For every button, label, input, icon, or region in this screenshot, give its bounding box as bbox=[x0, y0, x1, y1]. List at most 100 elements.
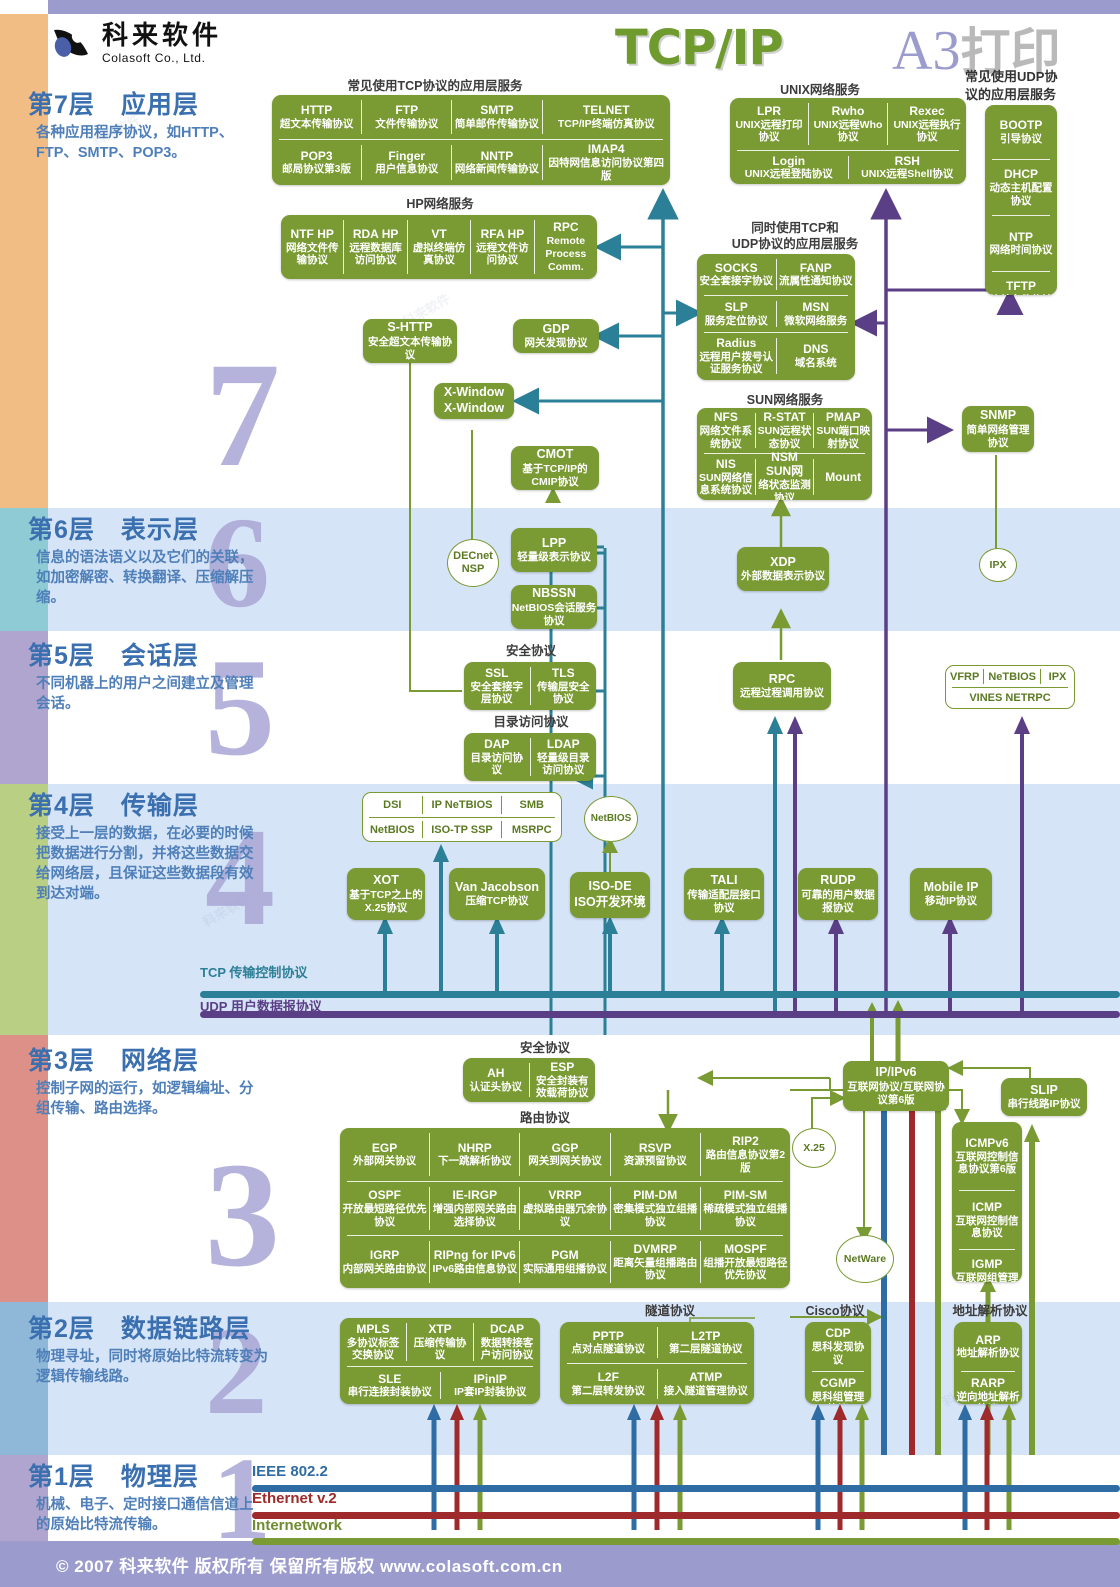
protocol-cell[interactable]: PIM-DM 密集模式独立组播协议 bbox=[611, 1182, 700, 1235]
protocol-cell[interactable]: MSN 微软网络服务 bbox=[777, 296, 856, 332]
protocol-cell[interactable]: NeTBIOS bbox=[984, 666, 1040, 687]
protocol-cell[interactable]: DNS 域名系统 bbox=[777, 333, 856, 379]
protocol-cell[interactable]: ISO-TP SSP bbox=[423, 818, 502, 841]
protocol-cell[interactable]: IPX bbox=[1041, 666, 1074, 687]
protocol-cell[interactable]: L2TP 第二层隧道协议 bbox=[658, 1322, 755, 1363]
protocol-cell[interactable]: IMAP4 因特网信息访问协议第四版 bbox=[543, 140, 670, 185]
protocol-cell[interactable]: GGP 网关到网关协议 bbox=[520, 1128, 609, 1181]
isode-box[interactable]: ISO-DE ISO开发环境 bbox=[570, 872, 650, 918]
protocol-cell[interactable]: ICMP 互联网控制信息协议 bbox=[952, 1191, 1022, 1249]
protocol-cell[interactable]: VINES NETRPC bbox=[946, 688, 1074, 708]
protocol-cell[interactable]: EGP 外部网关协议 bbox=[340, 1128, 429, 1181]
protocol-cell[interactable]: IGMP互联网组管理协议 bbox=[952, 1250, 1022, 1282]
protocol-cell[interactable]: Login UNIX远程登陆协议 bbox=[730, 151, 848, 184]
protocol-cell[interactable]: MSRPC bbox=[502, 818, 561, 841]
protocol-cell[interactable]: PPTP 点对点隧道协议 bbox=[560, 1322, 657, 1363]
protocol-cell[interactable]: IPinIP IP套IP封装协议 bbox=[441, 1367, 541, 1404]
protocol-cell[interactable]: Radius 远程用户拨号认证服务协议 bbox=[697, 333, 776, 379]
ip-ipv6-box[interactable]: IP/IPv6 互联网协议/互联网协议第6版 bbox=[843, 1061, 949, 1111]
xwindow-box[interactable]: X-Window X-Window bbox=[434, 383, 514, 419]
protocol-cell[interactable]: L2F 第二层转发协议 bbox=[560, 1364, 657, 1404]
protocol-cell[interactable]: RARP逆向地址解析协议 bbox=[954, 1372, 1022, 1404]
gdp-box[interactable]: GDP 网关发现协议 bbox=[513, 319, 599, 353]
protocol-cell[interactable]: BOOTP 引导协议 bbox=[985, 105, 1057, 159]
protocol-cell[interactable]: ARP 地址解析协议 bbox=[954, 1322, 1022, 1371]
van-jacobson-box[interactable]: Van Jacobson 压缩TCP协议 bbox=[449, 868, 545, 920]
protocol-cell[interactable]: IGRP 内部网关路由协议 bbox=[340, 1236, 429, 1288]
tali-box[interactable]: TALI 传输适配层接口协议 bbox=[684, 868, 764, 920]
protocol-cell[interactable]: R-STAT SUN远程状态协议 bbox=[756, 408, 814, 453]
cmot-box[interactable]: CMOT 基于TCP/IP的CMIP协议 bbox=[511, 446, 599, 490]
protocol-cell[interactable]: SMB bbox=[502, 793, 561, 817]
protocol-cell[interactable]: MOSPF 组播开放最短路径优先协议 bbox=[701, 1236, 790, 1288]
protocol-cell[interactable]: Mount bbox=[814, 454, 872, 500]
protocol-cell[interactable]: RIPng for IPv6 IPv6路由信息协议 bbox=[430, 1236, 519, 1288]
netware-node[interactable]: NetWare bbox=[836, 1235, 894, 1283]
protocol-cell[interactable]: SLE 串行连接封装协议 bbox=[340, 1367, 440, 1404]
protocol-cell[interactable]: Rexec UNIX远程执行协议 bbox=[888, 98, 966, 150]
netbios-node-l4[interactable]: NetBIOS bbox=[584, 796, 638, 842]
rpc-box-l5[interactable]: RPC 远程过程调用协议 bbox=[733, 662, 831, 710]
protocol-cell[interactable]: DSI bbox=[363, 793, 422, 817]
protocol-cell[interactable]: MPLS 多协议标签交换协议 bbox=[340, 1318, 406, 1366]
protocol-cell[interactable]: TFTP简单文件传输协议 bbox=[985, 272, 1057, 295]
protocol-cell[interactable]: VRRP 虚拟路由器冗余协议 bbox=[520, 1182, 609, 1235]
protocol-cell[interactable]: Rwho UNIX远程Who协议 bbox=[809, 98, 887, 150]
protocol-cell[interactable]: FANP 流属性通知协议 bbox=[777, 254, 856, 295]
protocol-cell[interactable]: ICMPv6 互联网控制信息协议第6版 bbox=[952, 1122, 1022, 1190]
protocol-cell[interactable]: NTP 网络时间协议 bbox=[985, 216, 1057, 271]
protocol-cell[interactable]: SMTP 简单邮件传输协议 bbox=[452, 95, 541, 139]
protocol-cell[interactable]: RIP2 路由信息协议第2版 bbox=[701, 1128, 790, 1181]
protocol-cell[interactable]: AH 认证头协议 bbox=[463, 1058, 529, 1102]
xot-box[interactable]: XOT 基于TCP之上的X.25协议 bbox=[347, 868, 425, 920]
protocol-cell[interactable]: HTTP 超文本传输协议 bbox=[272, 95, 361, 139]
protocol-cell[interactable]: POP3 邮局协议第3版 bbox=[272, 140, 361, 185]
protocol-cell[interactable]: CDP 思科发现协议 bbox=[805, 1322, 871, 1371]
lpp-box[interactable]: LPP 轻量级表示协议 bbox=[511, 528, 597, 572]
protocol-cell[interactable]: SLP 服务定位协议 bbox=[697, 296, 776, 332]
protocol-cell[interactable]: ESP 安全封装有效载荷协议 bbox=[530, 1058, 596, 1102]
protocol-cell[interactable]: NFS 网络文件系统协议 bbox=[697, 408, 755, 453]
shttp-box[interactable]: S-HTTP 安全超文本传输协议 bbox=[363, 319, 457, 363]
protocol-cell[interactable]: XTP 压缩传输协议 bbox=[407, 1318, 473, 1366]
protocol-cell[interactable]: RPC Remote Process Comm. bbox=[535, 215, 597, 279]
protocol-cell[interactable]: IE-IRGP 增强内部网关路由选择协议 bbox=[430, 1182, 519, 1235]
protocol-cell[interactable]: NetBIOS bbox=[363, 818, 422, 841]
snmp-box[interactable]: SNMP 简单网络管理协议 bbox=[962, 406, 1034, 452]
protocol-cell[interactable]: NIS SUN网络信息系统协议 bbox=[697, 454, 755, 500]
protocol-cell[interactable]: SOCKS 安全套接字协议 bbox=[697, 254, 776, 295]
protocol-cell[interactable]: LDAP 轻量级目录访问协议 bbox=[531, 733, 597, 781]
protocol-cell[interactable]: CGMP思科组管理协议 bbox=[805, 1372, 871, 1404]
protocol-cell[interactable]: DHCP 动态主机配置协议 bbox=[985, 160, 1057, 215]
protocol-cell[interactable]: NHRP 下一跳解析协议 bbox=[430, 1128, 519, 1181]
protocol-cell[interactable]: OSPF 开放最短路径优先协议 bbox=[340, 1182, 429, 1235]
protocol-cell[interactable]: NTF HP 网络文件传输协议 bbox=[281, 215, 343, 279]
protocol-cell[interactable]: FTP 文件传输协议 bbox=[362, 95, 451, 139]
protocol-cell[interactable]: RSVP 资源预留协议 bbox=[611, 1128, 700, 1181]
protocol-cell[interactable]: PIM-SM 稀疏模式独立组播协议 bbox=[701, 1182, 790, 1235]
protocol-cell[interactable]: NSM SUN网 络状态监测协议 bbox=[756, 450, 814, 500]
protocol-cell[interactable]: LPR UNIX远程打印协议 bbox=[730, 98, 808, 150]
protocol-cell[interactable]: ATMP 接入隧道管理协议 bbox=[658, 1364, 755, 1404]
protocol-cell[interactable]: IP NeTBIOS bbox=[423, 793, 502, 817]
protocol-cell[interactable]: RSH UNIX远程Shell协议 bbox=[849, 151, 967, 184]
protocol-cell[interactable]: RDA HP 远程数据库访问协议 bbox=[344, 215, 406, 279]
protocol-cell[interactable]: DAP 目录访问协议 bbox=[464, 733, 530, 781]
protocol-cell[interactable]: NNTP 网络新闻传输协议 bbox=[452, 140, 541, 185]
protocol-cell[interactable]: Finger 用户信息协议 bbox=[362, 140, 451, 185]
slip-box[interactable]: SLIP 串行线路IP协议 bbox=[1001, 1078, 1087, 1116]
protocol-cell[interactable]: SSL 安全套接字层协议 bbox=[464, 662, 530, 710]
mobile-ip-box[interactable]: Mobile IP 移动IP协议 bbox=[910, 868, 992, 920]
protocol-cell[interactable]: PMAP SUN端口映射协议 bbox=[814, 408, 872, 453]
rudp-box[interactable]: RUDP 可靠的用户数据报协议 bbox=[798, 868, 878, 920]
decnet-nsp-node[interactable]: DECnet NSP bbox=[447, 539, 499, 587]
protocol-cell[interactable]: DCAP 数据转接客户访问协议 bbox=[474, 1318, 540, 1366]
protocol-cell[interactable]: TLS 传输层安全协议 bbox=[531, 662, 597, 710]
x25-node[interactable]: X.25 bbox=[792, 1128, 836, 1168]
protocol-cell[interactable]: RFA HP 远程文件访问协议 bbox=[471, 215, 533, 279]
protocol-cell[interactable]: PGM 实际通用组播协议 bbox=[520, 1236, 609, 1288]
xdp-box[interactable]: XDP 外部数据表示协议 bbox=[737, 547, 829, 591]
protocol-cell[interactable]: TELNET TCP/IP终端仿真协议 bbox=[543, 95, 670, 139]
protocol-cell[interactable]: DVMRP 距离矢量组播路由协议 bbox=[611, 1236, 700, 1288]
ipx-node-l6[interactable]: IPX bbox=[979, 548, 1017, 582]
